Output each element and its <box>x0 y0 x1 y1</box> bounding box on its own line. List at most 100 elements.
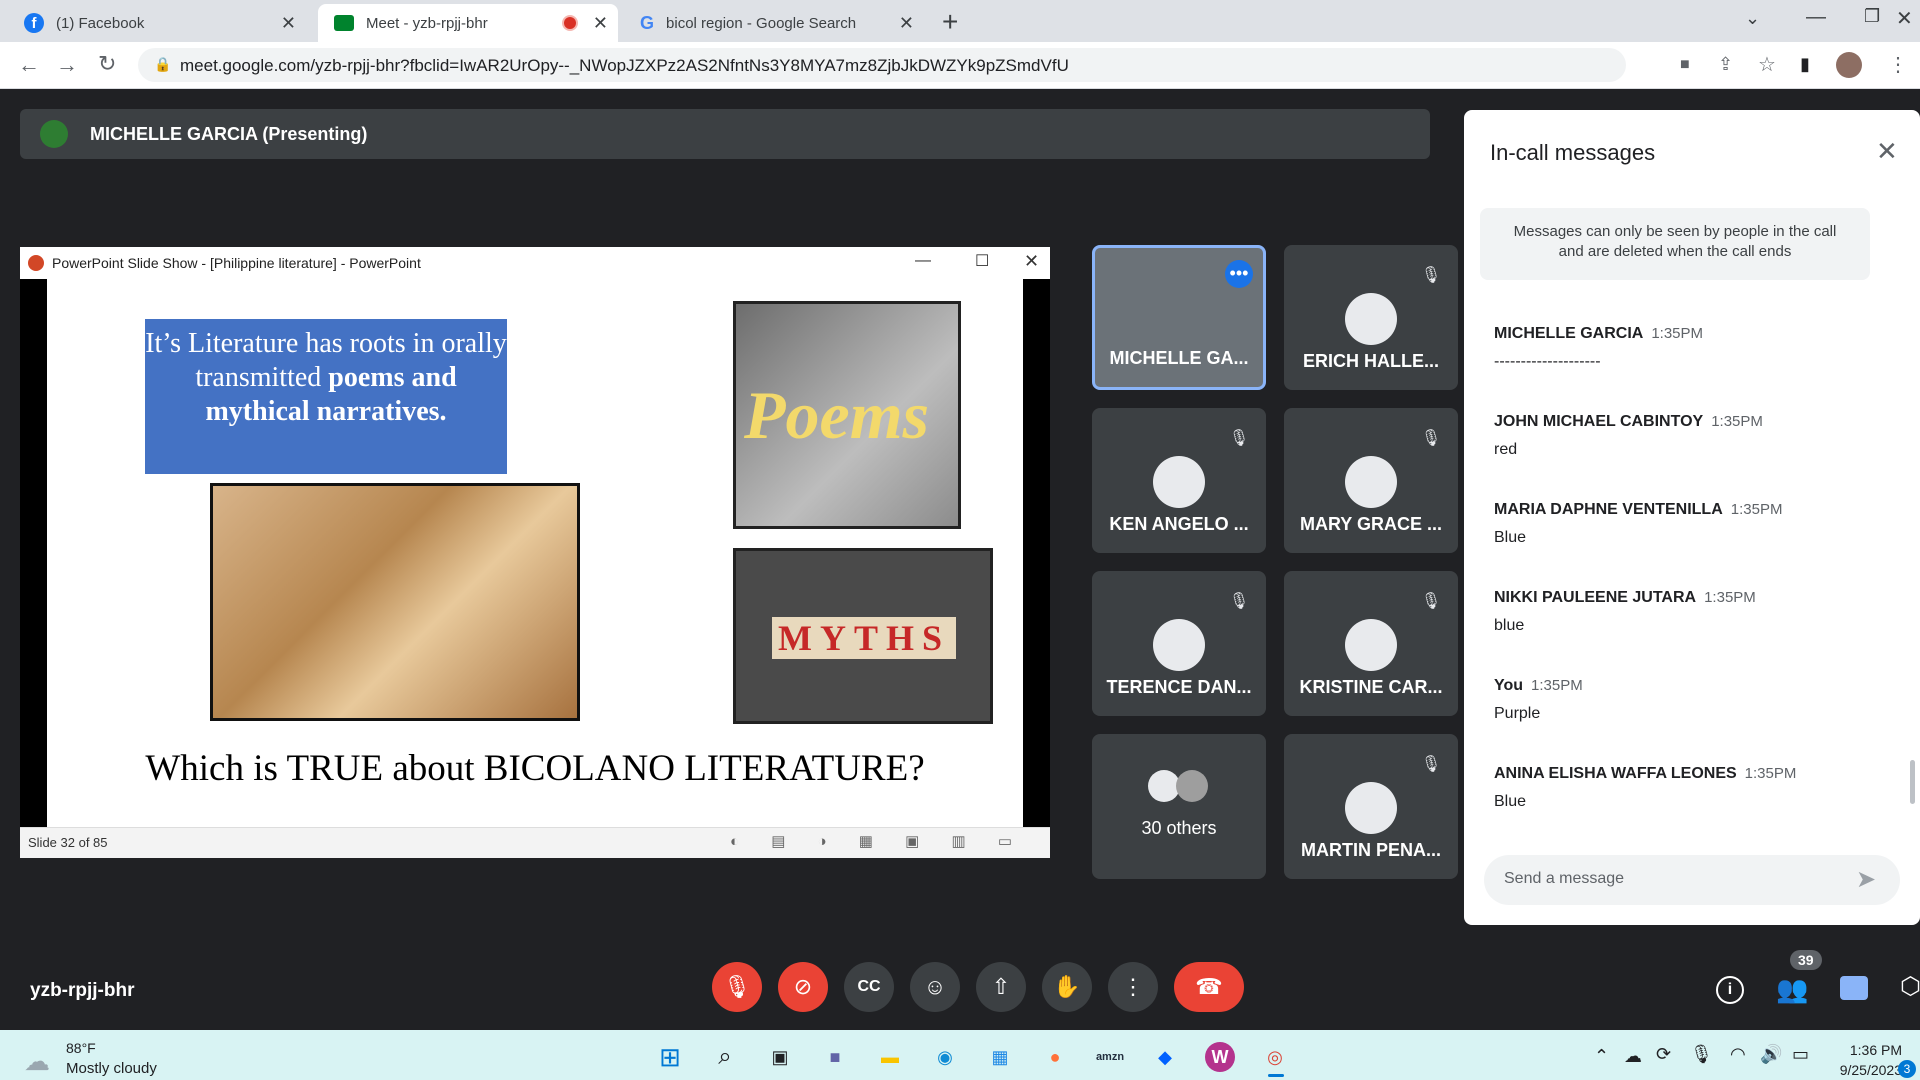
new-tab-button[interactable]: + <box>942 6 958 38</box>
clock-time[interactable]: 1:36 PM <box>1832 1042 1902 1058</box>
more-icon[interactable]: ⋮ <box>1108 962 1158 1012</box>
task-view-icon[interactable]: ▣ <box>765 1042 795 1072</box>
search-icon[interactable]: ⌕ <box>710 1042 740 1072</box>
avatar[interactable] <box>1836 52 1862 78</box>
weather-icon[interactable]: ☁ <box>24 1046 50 1077</box>
view-icons[interactable]: ◐ ▤ ◑ ▦ ▣ ▥ ▭ <box>730 832 1026 850</box>
avatar <box>1345 293 1397 345</box>
file-explorer-icon[interactable]: ▬ <box>875 1042 905 1072</box>
reload-icon[interactable]: ↻ <box>98 51 116 77</box>
sync-icon[interactable]: ⟳ <box>1656 1044 1671 1065</box>
emoji-icon[interactable]: ☺ <box>910 962 960 1012</box>
close-icon[interactable]: ✕ <box>1024 251 1039 272</box>
chevron-up-icon[interactable]: ⌃ <box>1594 1046 1609 1067</box>
slide: It’s Literature has roots in orally tran… <box>47 279 1023 827</box>
mic-off-icon: 🎙 <box>1420 430 1442 447</box>
present-icon[interactable]: ⇧ <box>976 962 1026 1012</box>
info-icon[interactable]: i <box>1716 976 1744 1004</box>
menu-icon[interactable]: ⋮ <box>1888 52 1908 77</box>
avatar <box>1345 619 1397 671</box>
firefox-icon[interactable]: ● <box>1040 1042 1070 1072</box>
chat-scrollbar[interactable] <box>1910 760 1915 804</box>
chrome-icon[interactable]: ◎ <box>1260 1042 1290 1072</box>
participant-tile[interactable]: 🎙 MARY GRACE ... <box>1284 408 1458 553</box>
windows-start-icon[interactable]: ⊞ <box>655 1042 685 1072</box>
activities-icon[interactable]: ⬡ <box>1900 972 1920 1001</box>
teams-chat-icon[interactable]: ■ <box>820 1042 850 1072</box>
window-close-icon[interactable]: ✕ <box>1896 6 1913 31</box>
tab-facebook[interactable]: f (1) Facebook ✕ <box>8 4 306 42</box>
participant-tile[interactable]: 🎙 TERENCE DAN... <box>1092 571 1266 716</box>
participant-name: MARTIN PENA... <box>1300 840 1441 860</box>
url-text[interactable]: meet.google.com/yzb-rpjj-bhr?fbclid=IwAR… <box>180 56 1069 76</box>
participant-name: MARY GRACE ... <box>1299 514 1442 534</box>
meeting-code: yzb-rpjj-bhr <box>30 980 135 1001</box>
tab-label: Meet - yzb-rpjj-bhr <box>366 14 488 32</box>
volume-icon[interactable]: 🔊 <box>1760 1044 1782 1065</box>
participant-tile[interactable]: 🎙 ERICH HALLE... <box>1284 245 1458 390</box>
lock-icon: 🔒 <box>154 56 172 72</box>
edge-icon[interactable]: ◉ <box>930 1042 960 1072</box>
close-icon[interactable]: ✕ <box>281 13 296 34</box>
chat-icon[interactable] <box>1840 976 1868 1000</box>
star-icon[interactable]: ☆ <box>1758 52 1776 77</box>
participant-tile[interactable]: ••• MICHELLE GA... <box>1092 245 1266 390</box>
more-icon[interactable]: ••• <box>1225 260 1253 288</box>
send-icon[interactable]: ➤ <box>1856 865 1876 894</box>
participant-tile[interactable]: 🎙 MARTIN PENA... <box>1284 734 1458 879</box>
tab-meet[interactable]: Meet - yzb-rpjj-bhr ✕ <box>318 4 618 42</box>
chat-input[interactable]: Send a message ➤ <box>1484 855 1900 905</box>
chat-panel: In-call messages ✕ Messages can only be … <box>1464 110 1920 925</box>
restore-icon[interactable]: ❐ <box>1864 6 1880 27</box>
close-icon[interactable]: ✕ <box>899 13 914 34</box>
participant-tile[interactable]: 🎙 KRISTINE CAR... <box>1284 571 1458 716</box>
participant-name: TERENCE DAN... <box>1106 677 1252 697</box>
wps-icon[interactable]: W <box>1205 1042 1235 1072</box>
presenter-avatar <box>40 120 68 148</box>
storytelling-image <box>210 483 580 721</box>
notification-badge[interactable]: 3 <box>1898 1060 1916 1078</box>
close-icon[interactable]: ✕ <box>593 13 608 34</box>
message-author: ANINA ELISHA WAFFA LEONES <box>1494 765 1737 782</box>
close-icon[interactable]: ✕ <box>1876 136 1898 167</box>
others-tile[interactable]: 30 others <box>1092 734 1266 879</box>
cc-icon[interactable]: CC <box>844 962 894 1012</box>
avatar <box>1345 782 1397 834</box>
share-icon[interactable]: ⇪ <box>1718 54 1733 75</box>
back-icon[interactable]: ← <box>18 52 40 78</box>
tab-google[interactable]: G bicol region - Google Search ✕ <box>628 4 924 42</box>
onedrive-icon[interactable]: ☁ <box>1624 1046 1642 1067</box>
maximize-icon[interactable]: ☐ <box>975 251 989 271</box>
tab-strip: f (1) Facebook ✕ Meet - yzb-rpjj-bhr ✕ G… <box>0 0 1920 42</box>
minimize-icon[interactable]: — <box>915 252 931 270</box>
minimize-icon[interactable]: — <box>1806 6 1826 29</box>
chevron-down-icon[interactable]: ⌄ <box>1745 8 1760 29</box>
people-icon[interactable]: 👥 <box>1776 974 1808 1005</box>
facebook-icon: f <box>24 13 44 33</box>
dropbox-icon[interactable]: ◆ <box>1150 1042 1180 1072</box>
participant-name: ERICH HALLE... <box>1302 351 1439 371</box>
hangup-icon[interactable]: ☎ <box>1174 962 1244 1012</box>
sidebar-icon[interactable]: ▮ <box>1800 54 1810 75</box>
active-app-indicator <box>1268 1074 1284 1077</box>
wifi-icon[interactable]: ◠ <box>1730 1044 1746 1065</box>
participant-name: KRISTINE CAR... <box>1299 677 1443 697</box>
battery-icon[interactable]: ▭ <box>1792 1044 1809 1065</box>
chat-message: MARIA DAPHNE VENTENILLA 1:35PM Blue <box>1494 501 1782 547</box>
participant-name: KEN ANGELO ... <box>1109 514 1249 534</box>
participant-name: MICHELLE GA... <box>1109 348 1249 368</box>
mic-off-icon[interactable]: 🎙 <box>712 962 762 1012</box>
mic-icon[interactable]: 🎙 <box>1690 1044 1713 1065</box>
store-icon[interactable]: ▦ <box>985 1042 1015 1072</box>
chat-input-placeholder: Send a message <box>1504 870 1625 887</box>
forward-icon[interactable]: → <box>56 52 78 78</box>
camera-icon[interactable]: ■ <box>1680 56 1690 74</box>
message-time: 1:35PM <box>1730 501 1783 518</box>
slide-question: Which is TRUE about BICOLANO LITERATURE? <box>145 748 925 789</box>
message-author: NIKKI PAULEENE JUTARA <box>1494 589 1697 606</box>
hand-icon[interactable]: ✋ <box>1042 962 1092 1012</box>
clock-date[interactable]: 9/25/2023 <box>1820 1062 1902 1078</box>
cam-off-icon[interactable]: ⊘ <box>778 962 828 1012</box>
participant-tile[interactable]: 🎙 KEN ANGELO ... <box>1092 408 1266 553</box>
amazon-icon[interactable]: amzn <box>1095 1042 1125 1072</box>
